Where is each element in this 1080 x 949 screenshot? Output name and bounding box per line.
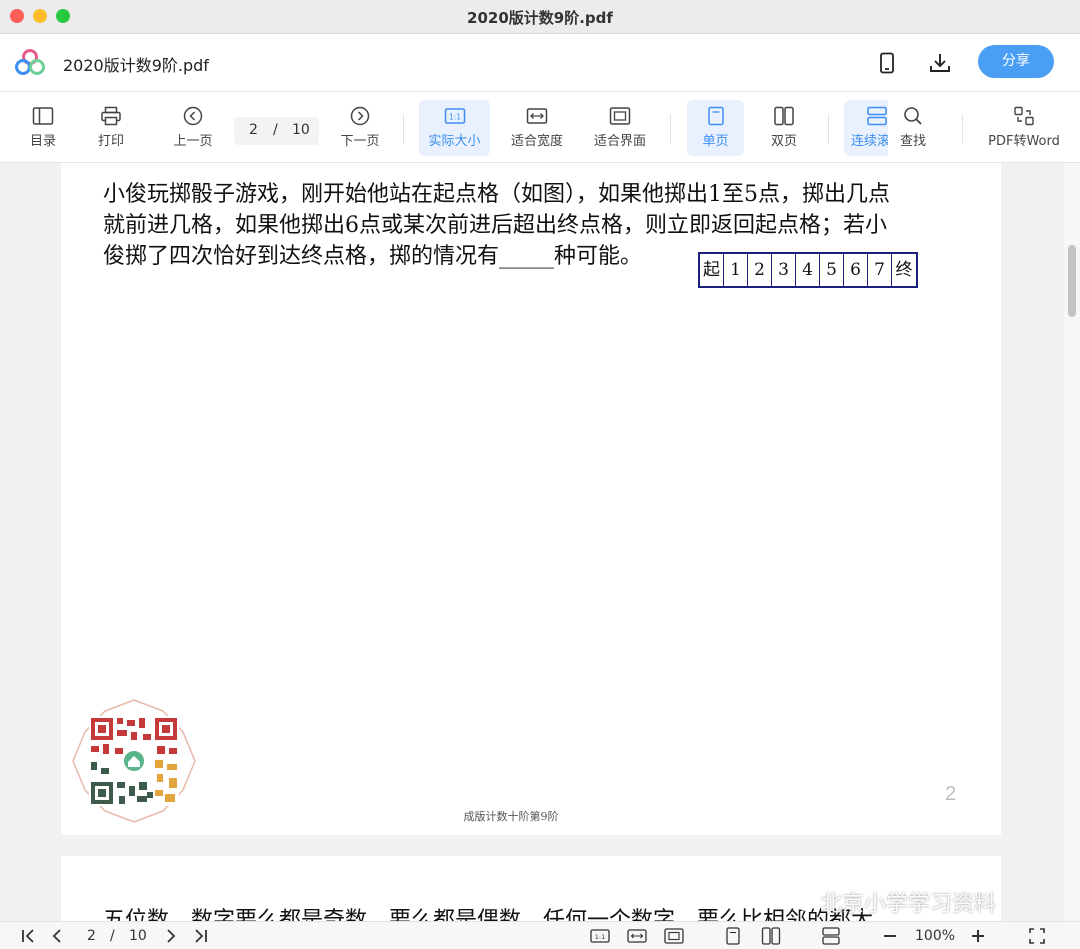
wechat-icon bbox=[789, 891, 815, 911]
divider bbox=[403, 114, 404, 144]
fit-page-small-icon[interactable] bbox=[664, 926, 684, 946]
fit-width-label: 适合宽度 bbox=[510, 134, 563, 149]
actual-size-button[interactable]: 1:1 实际大小 bbox=[419, 100, 490, 156]
fit-width-button[interactable]: 适合宽度 bbox=[504, 100, 570, 156]
continuous-scroll-button[interactable]: 连续滚 bbox=[844, 100, 888, 156]
mobile-phone-icon[interactable] bbox=[875, 51, 899, 75]
download-icon[interactable] bbox=[928, 51, 952, 75]
printer-icon bbox=[101, 106, 121, 126]
board-cell: 2 bbox=[748, 254, 772, 286]
vertical-scrollbar[interactable] bbox=[1064, 163, 1080, 921]
sidebar-icon bbox=[32, 107, 54, 125]
qr-code-image bbox=[72, 699, 196, 823]
fit-page-label: 适合界面 bbox=[593, 134, 646, 149]
fit-page-button[interactable]: 适合界面 bbox=[587, 100, 653, 156]
fit-page-icon bbox=[609, 107, 631, 125]
double-page-button[interactable]: 双页 bbox=[758, 100, 810, 156]
status-page-total: 10 bbox=[129, 928, 147, 944]
toc-button[interactable]: 目录 bbox=[18, 100, 68, 156]
problem-line: 就前进几格，如果他掷出6点或某次前进后超出终点格，则立即返回起点格；若小 bbox=[103, 213, 887, 238]
actual-size-label: 实际大小 bbox=[428, 134, 481, 149]
find-button[interactable]: 查找 bbox=[888, 100, 938, 156]
next-page-label: 下一页 bbox=[340, 134, 380, 149]
first-page-icon[interactable] bbox=[20, 926, 38, 946]
double-page-icon bbox=[774, 106, 794, 126]
problem-line: 小俊玩掷骰子游戏，刚开始他站在起点格（如图），如果他掷出1至5点，掷出几点 bbox=[103, 182, 890, 207]
single-page-button[interactable]: 单页 bbox=[687, 100, 744, 156]
pdf-to-word-label: PDF转Word bbox=[988, 134, 1060, 149]
board-cell: 终 bbox=[895, 260, 913, 280]
board-cell: 5 bbox=[820, 254, 844, 286]
window-titlebar: 2020版计数9阶.pdf bbox=[0, 0, 1080, 34]
window-title: 2020版计数9阶.pdf bbox=[467, 9, 613, 27]
watermark-text: 北京小学学习资料 bbox=[820, 892, 997, 917]
board-cell: 3 bbox=[772, 254, 796, 286]
convert-icon bbox=[1014, 106, 1034, 126]
pdf-page: 小俊玩掷骰子游戏，刚开始他站在起点格（如图），如果他掷出1至5点，掷出几点 就前… bbox=[61, 163, 1001, 835]
pdf-to-word-button[interactable]: PDF转Word bbox=[982, 100, 1066, 156]
board-cell: 4 bbox=[796, 254, 820, 286]
last-page-icon[interactable] bbox=[191, 926, 209, 946]
status-bar: 2 / 10 1:1 100% bbox=[0, 921, 1080, 949]
board-cell: 起 bbox=[700, 254, 724, 286]
page-separator: / bbox=[273, 122, 278, 138]
divider bbox=[670, 114, 671, 144]
continuous-scroll-icon bbox=[867, 106, 887, 126]
game-board-diagram: 起 1 2 3 4 5 6 7 终 bbox=[698, 252, 918, 288]
actual-size-small-icon[interactable]: 1:1 bbox=[590, 926, 610, 946]
double-page-small-icon[interactable] bbox=[761, 926, 781, 946]
single-page-label: 单页 bbox=[702, 134, 729, 149]
prev-page-icon[interactable] bbox=[49, 926, 65, 946]
svg-text:1:1: 1:1 bbox=[448, 113, 460, 122]
toolbar: 目录 打印 上一页 2 / 10 下一页 1:1 实际大小 适合宽度 适合界面 … bbox=[0, 92, 1080, 163]
print-button[interactable]: 打印 bbox=[86, 100, 136, 156]
print-label: 打印 bbox=[97, 134, 124, 149]
divider bbox=[828, 114, 829, 144]
find-label: 查找 bbox=[899, 134, 926, 149]
actual-size-icon: 1:1 bbox=[444, 108, 465, 124]
zoom-out-icon[interactable] bbox=[882, 926, 898, 946]
app-header: 2020版计数9阶.pdf 分享 bbox=[0, 34, 1080, 92]
next-page-icon[interactable] bbox=[163, 926, 179, 946]
next-page-button[interactable]: 下一页 bbox=[333, 100, 387, 156]
svg-text:1:1: 1:1 bbox=[595, 933, 605, 941]
continuous-small-icon[interactable] bbox=[821, 926, 841, 946]
prev-page-button[interactable]: 上一页 bbox=[166, 100, 220, 156]
board-cell: 1 bbox=[724, 254, 748, 286]
scrollbar-thumb[interactable] bbox=[1068, 245, 1076, 317]
app-logo-icon bbox=[15, 49, 45, 75]
fit-width-icon bbox=[526, 108, 548, 124]
double-page-label: 双页 bbox=[770, 134, 797, 149]
board-cell: 7 bbox=[868, 254, 892, 286]
page-number-label: 2 bbox=[945, 783, 957, 805]
zoom-level: 100% bbox=[915, 928, 956, 944]
page-total: 10 bbox=[292, 122, 310, 138]
divider bbox=[962, 114, 963, 144]
page-footer: 成版计数十阶第9阶 bbox=[463, 810, 559, 823]
document-name: 2020版计数9阶.pdf bbox=[63, 56, 209, 75]
fullscreen-icon[interactable] bbox=[1028, 926, 1046, 946]
board-cell: 6 bbox=[844, 254, 868, 286]
document-viewer[interactable]: 小俊玩掷骰子游戏，刚开始他站在起点格（如图），如果他掷出1至5点，掷出几点 就前… bbox=[0, 163, 1080, 921]
toc-label: 目录 bbox=[29, 134, 56, 149]
search-icon bbox=[904, 107, 922, 125]
fit-width-small-icon[interactable] bbox=[627, 926, 647, 946]
status-page-current[interactable]: 2 bbox=[87, 928, 96, 948]
single-page-small-icon[interactable] bbox=[724, 926, 742, 946]
share-button[interactable]: 分享 bbox=[978, 45, 1054, 78]
prev-page-label: 上一页 bbox=[173, 134, 213, 149]
single-page-icon bbox=[707, 106, 724, 126]
page-current: 2 bbox=[249, 122, 258, 138]
next-page-text: 五位数，数字要么都是奇数，要么都是偶数，任何一个数字，要么比相邻的都大 bbox=[103, 908, 874, 921]
chevron-right-circle-icon bbox=[350, 106, 370, 126]
page-number-input[interactable]: 2 / 10 bbox=[234, 117, 319, 145]
continuous-scroll-label: 连续滚 bbox=[851, 134, 888, 149]
status-page-separator: / bbox=[110, 928, 115, 944]
zoom-in-icon[interactable] bbox=[970, 926, 986, 946]
chevron-left-circle-icon bbox=[183, 106, 203, 126]
